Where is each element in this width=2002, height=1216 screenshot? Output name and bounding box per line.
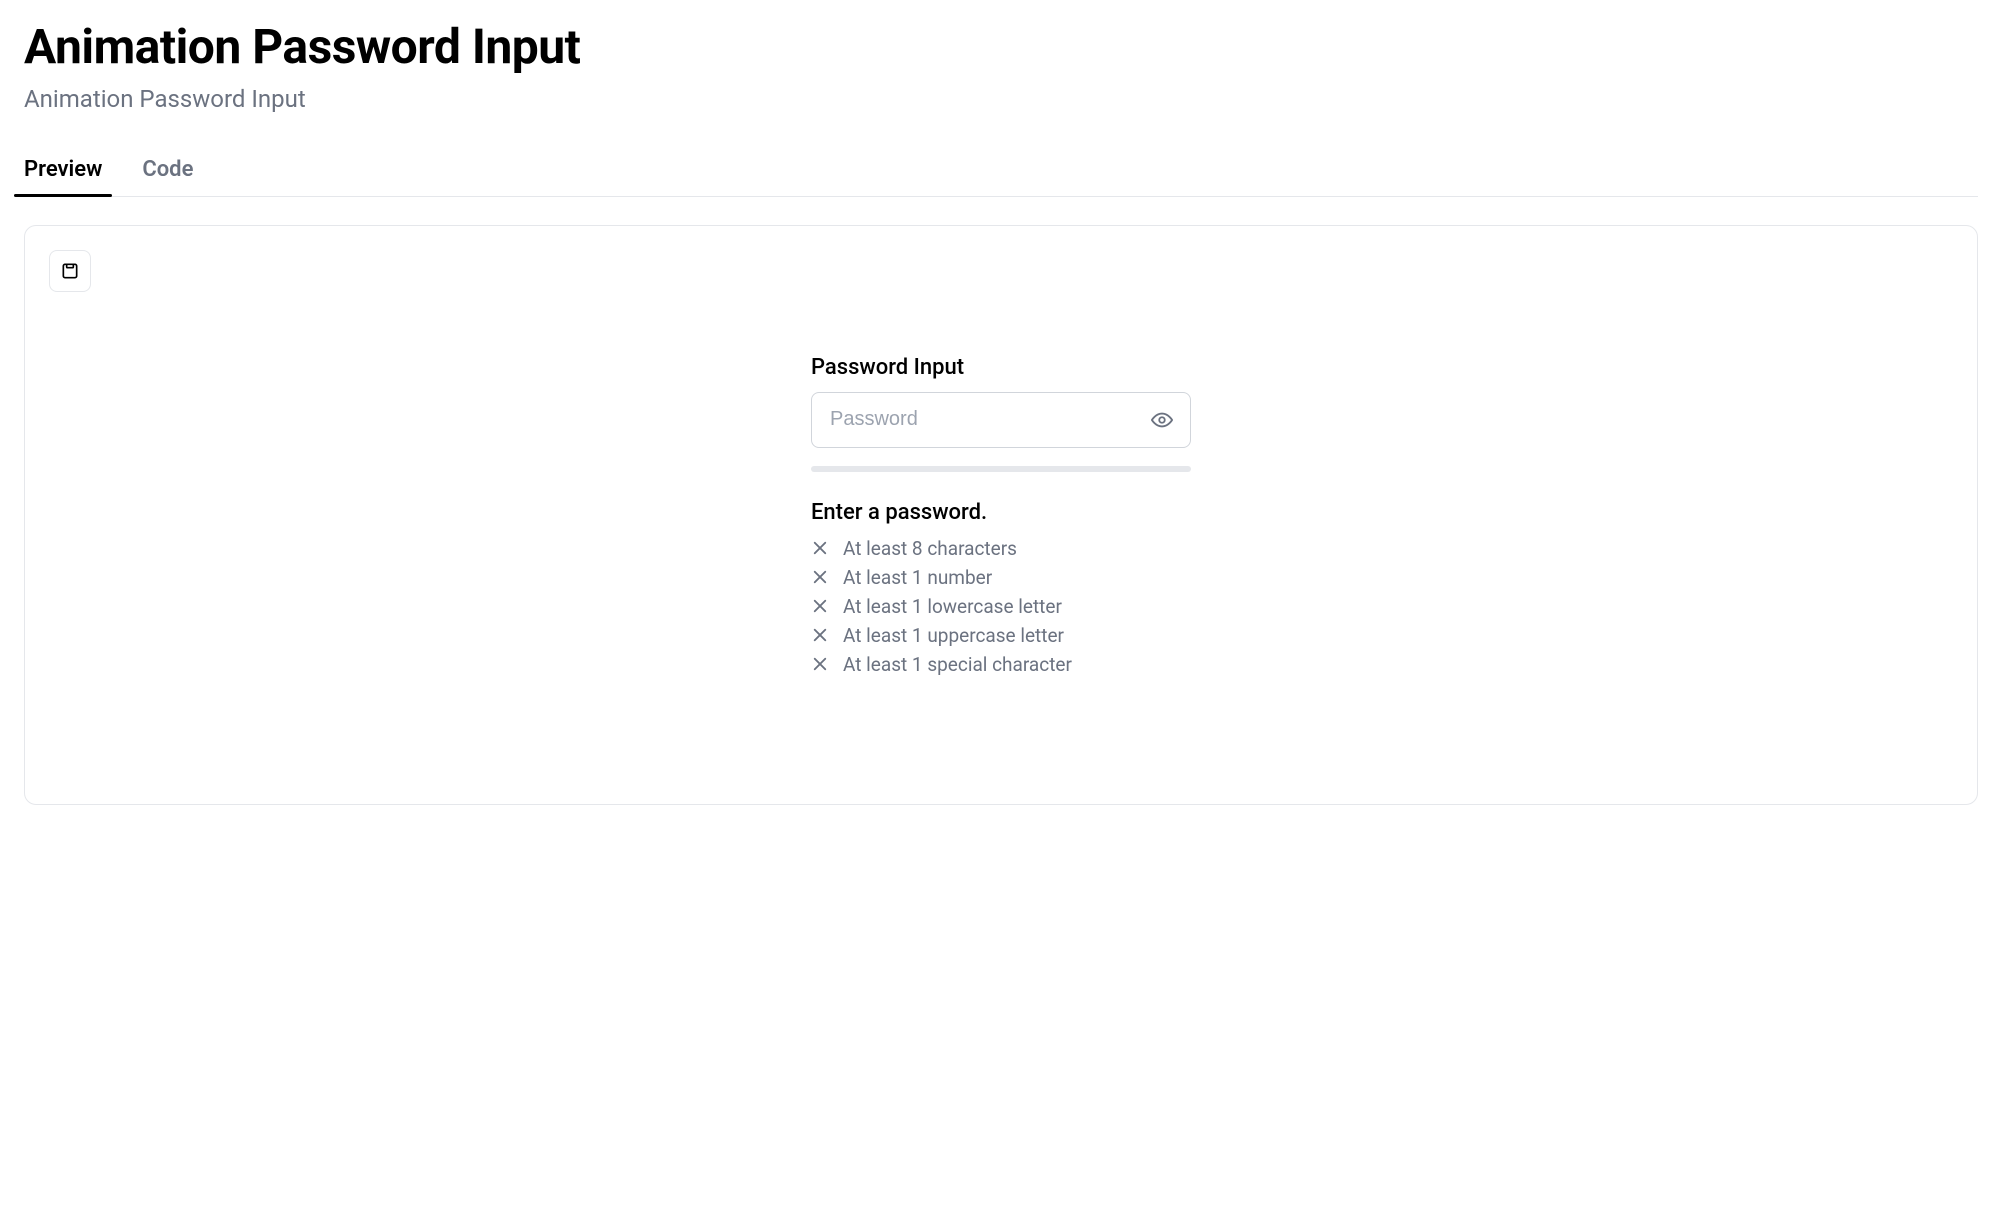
requirement-text: At least 1 number [843,566,992,589]
page-subtitle: Animation Password Input [24,85,1978,113]
clipboard-icon [60,261,80,281]
password-prompt: Enter a password. [811,500,1191,525]
preview-panel: Password Input Enter a password. At leas… [24,225,1978,805]
requirement-text: At least 1 lowercase letter [843,595,1062,618]
requirement-text: At least 1 uppercase letter [843,624,1064,647]
requirement-text: At least 8 characters [843,537,1017,560]
tab-preview[interactable]: Preview [24,149,102,196]
x-icon [811,626,829,644]
requirement-item: At least 1 lowercase letter [811,595,1191,618]
requirement-item: At least 1 number [811,566,1191,589]
toggle-visibility-button[interactable] [1147,405,1177,435]
copy-button[interactable] [49,250,91,292]
password-input[interactable] [811,392,1191,448]
requirements-list: At least 8 characters At least 1 number … [811,537,1191,676]
x-icon [811,655,829,673]
password-widget: Password Input Enter a password. At leas… [811,355,1191,676]
x-icon [811,597,829,615]
eye-icon [1151,409,1173,431]
requirement-item: At least 1 special character [811,653,1191,676]
tabs: Preview Code [24,149,1978,197]
page-title: Animation Password Input [24,18,1978,75]
requirement-item: At least 8 characters [811,537,1191,560]
x-icon [811,539,829,557]
x-icon [811,568,829,586]
tab-code[interactable]: Code [142,149,193,196]
requirement-text: At least 1 special character [843,653,1072,676]
password-label: Password Input [811,355,1191,380]
requirement-item: At least 1 uppercase letter [811,624,1191,647]
strength-bar [811,466,1191,472]
password-field-wrap [811,392,1191,448]
